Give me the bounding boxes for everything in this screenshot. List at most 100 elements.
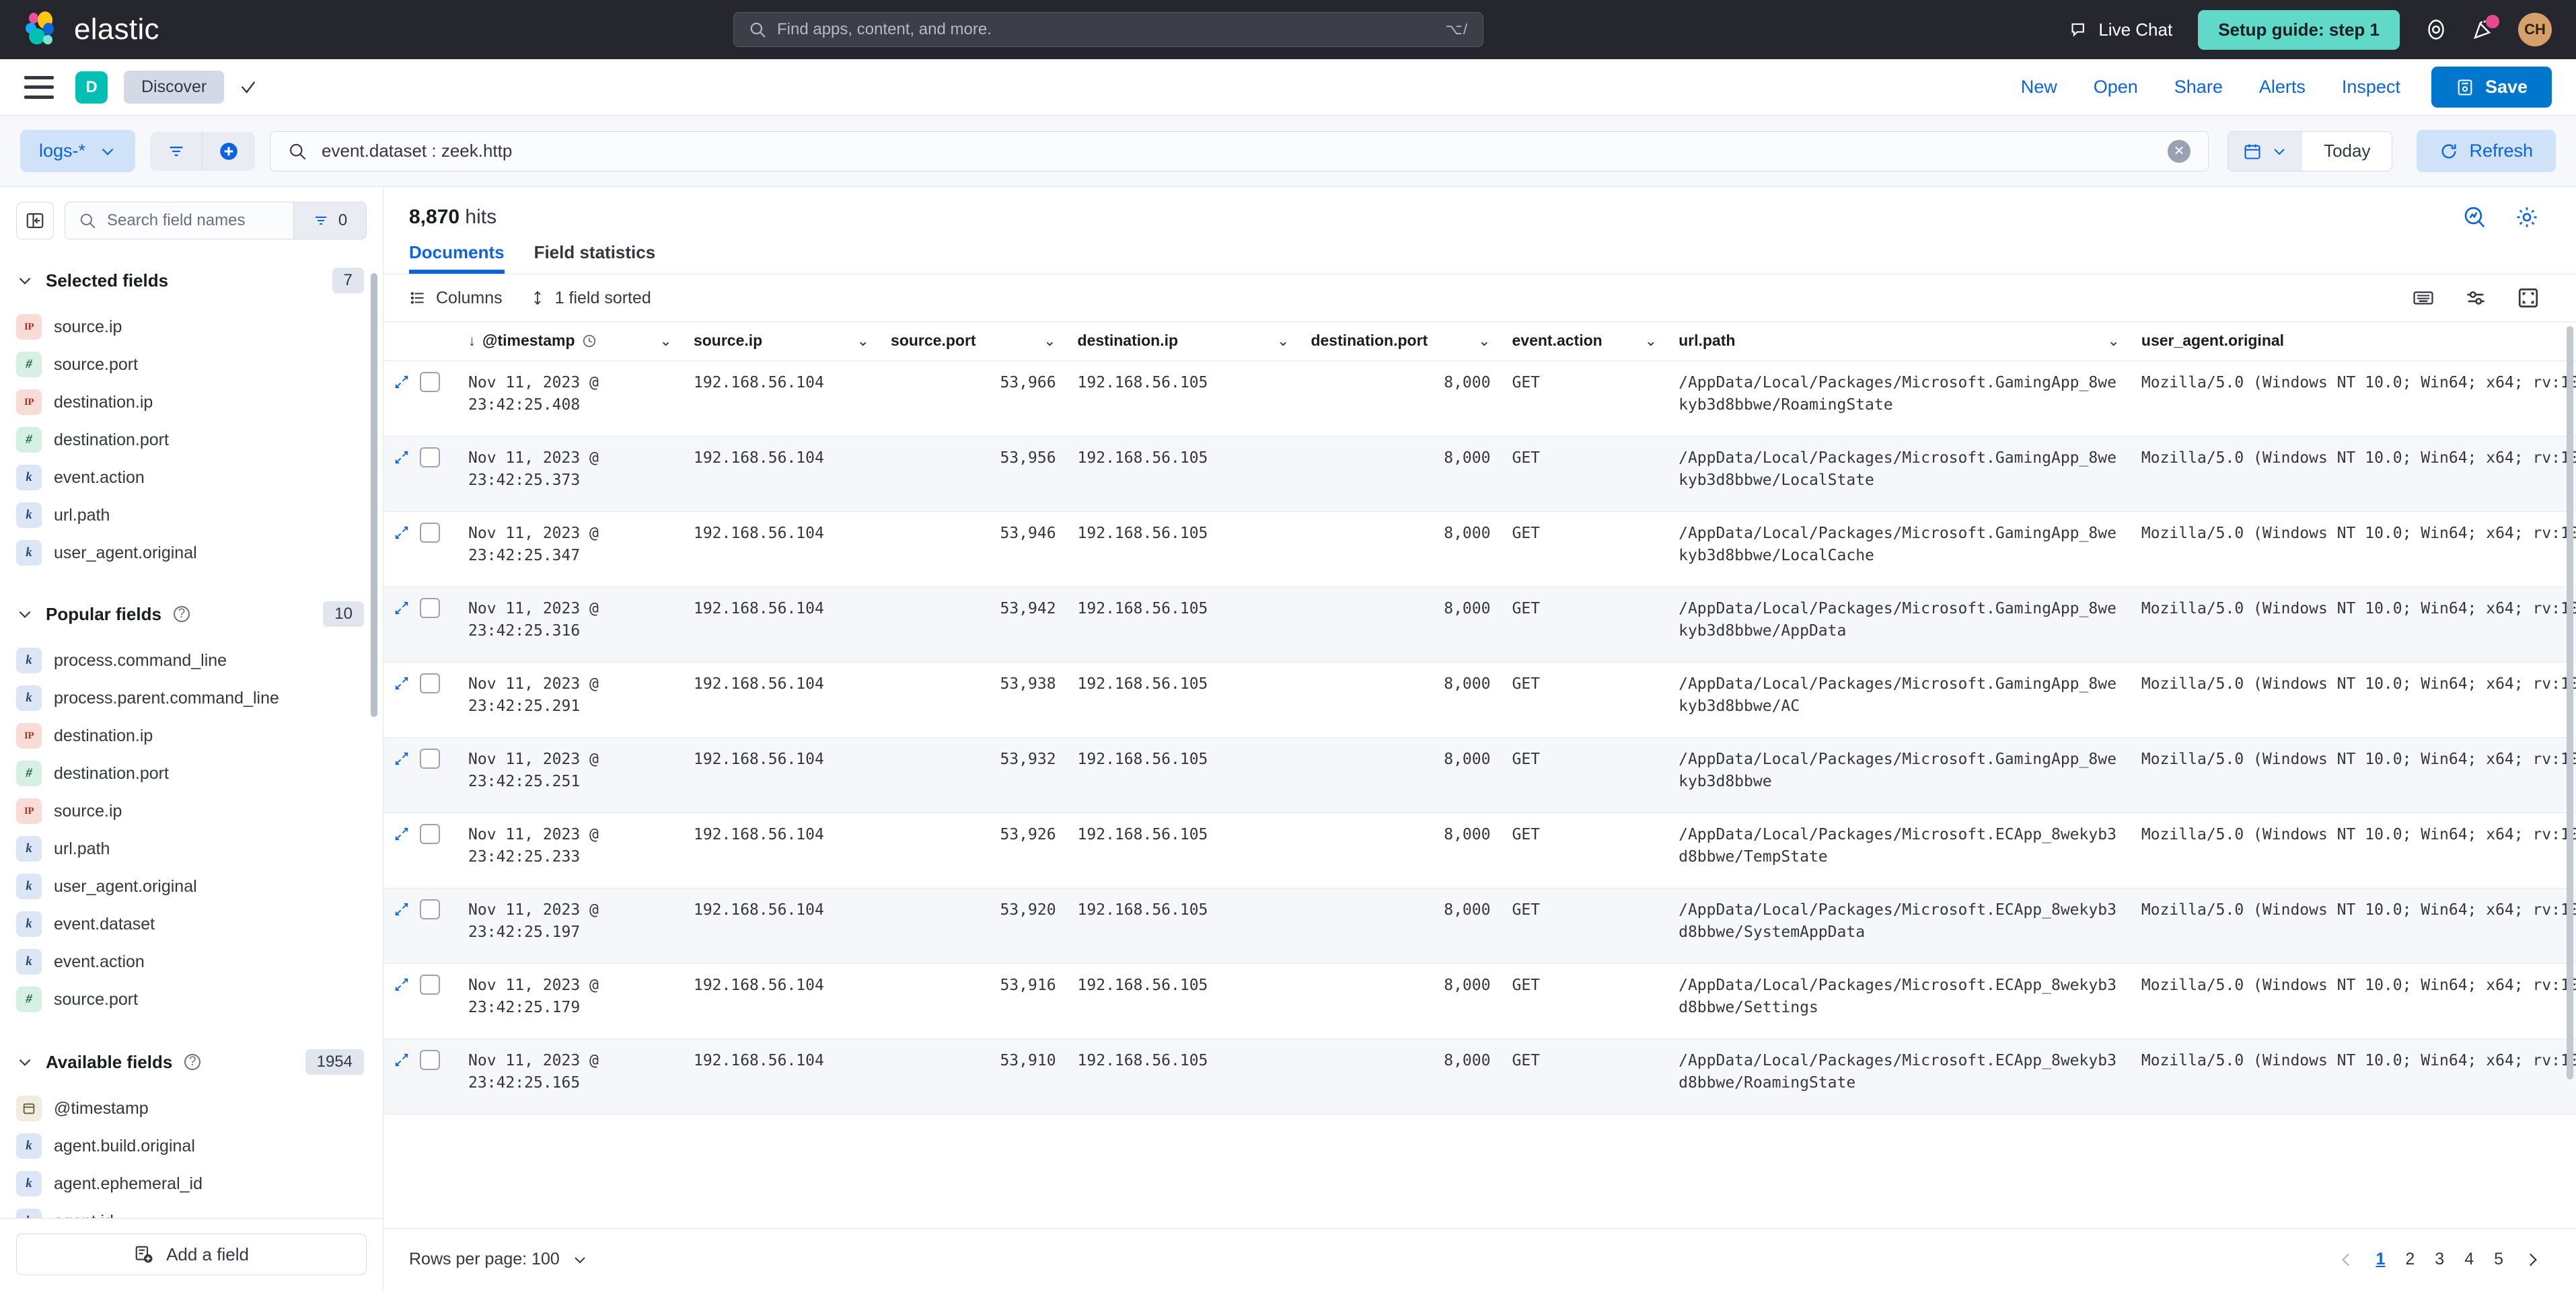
page-2-button[interactable]: 2 [2405, 1250, 2415, 1269]
sidebar-field-url-path-popular[interactable]: k url.path [0, 830, 383, 868]
live-chat-button[interactable]: Live Chat [2070, 20, 2172, 40]
page-4-button[interactable]: 4 [2464, 1250, 2474, 1269]
columns-button[interactable]: Columns [409, 289, 503, 308]
row-checkbox[interactable] [420, 598, 440, 618]
tab-field-statistics[interactable]: Field statistics [534, 242, 656, 274]
page-3-button[interactable]: 3 [2435, 1250, 2444, 1269]
chevron-down-icon[interactable]: ⌄ [1478, 332, 1490, 350]
header-url-path[interactable]: url.path ⌄ [1668, 322, 2131, 361]
table-row[interactable]: Nov 11, 2023 @ 23:42:25.165 192.168.56.1… [383, 1039, 2576, 1114]
sidebar-field-destination-port[interactable]: # destination.port [0, 421, 383, 459]
breadcrumb-check-icon[interactable] [239, 78, 258, 97]
expand-row-icon[interactable] [394, 525, 409, 540]
header-source-port[interactable]: source.port ⌄ [880, 322, 1067, 361]
menu-hamburger-icon[interactable] [24, 76, 54, 99]
expand-row-icon[interactable] [394, 1053, 409, 1067]
sidebar-field-event-action-popular[interactable]: k event.action [0, 943, 383, 981]
sidebar-field-source-ip-popular[interactable]: IP source.ip [0, 792, 383, 830]
table-row[interactable]: Nov 11, 2023 @ 23:42:25.291 192.168.56.1… [383, 662, 2576, 738]
expand-row-icon[interactable] [394, 450, 409, 465]
table-row[interactable]: Nov 11, 2023 @ 23:42:25.316 192.168.56.1… [383, 587, 2576, 662]
sidebar-field-destination-ip[interactable]: IP destination.ip [0, 383, 383, 421]
section-selected-fields[interactable]: Selected fields 7 [0, 250, 383, 308]
chevron-down-icon[interactable]: ⌄ [1645, 332, 1657, 350]
expand-row-icon[interactable] [394, 827, 409, 841]
row-checkbox[interactable] [420, 975, 440, 995]
keyboard-shortcuts-icon[interactable] [2412, 287, 2435, 309]
inspect-chart-icon[interactable] [2462, 204, 2487, 230]
row-checkbox[interactable] [420, 749, 440, 769]
sidebar-field-event-action[interactable]: k event.action [0, 459, 383, 496]
page-1-button[interactable]: 1 [2376, 1250, 2385, 1269]
global-search-input[interactable]: Find apps, content, and more. ⌥/ [733, 12, 1483, 47]
expand-row-icon[interactable] [394, 977, 409, 992]
table-row[interactable]: Nov 11, 2023 @ 23:42:25.347 192.168.56.1… [383, 512, 2576, 587]
expand-row-icon[interactable] [394, 601, 409, 615]
header-event-action[interactable]: event.action ⌄ [1501, 322, 1668, 361]
section-popular-fields[interactable]: Popular fields ? 10 [0, 572, 383, 642]
previous-page-icon[interactable] [2338, 1251, 2355, 1268]
date-quick-select-button[interactable] [2228, 132, 2302, 171]
fullscreen-icon[interactable] [2517, 287, 2540, 309]
header-destination-ip[interactable]: destination.ip ⌄ [1067, 322, 1300, 361]
chevron-down-icon[interactable]: ⌄ [660, 332, 672, 350]
sidebar-field-destination-port-popular[interactable]: # destination.port [0, 755, 383, 792]
save-button[interactable]: Save [2431, 67, 2552, 108]
field-search-input[interactable]: Search field names 0 [65, 202, 367, 239]
row-checkbox[interactable] [420, 899, 440, 919]
row-checkbox[interactable] [420, 523, 440, 543]
breadcrumb-discover[interactable]: Discover [124, 71, 224, 104]
expand-row-icon[interactable] [394, 375, 409, 389]
gear-icon[interactable] [2514, 204, 2540, 230]
user-avatar[interactable]: CH [2518, 13, 2552, 46]
sidebar-scrollbar[interactable] [371, 273, 377, 717]
chevron-down-icon[interactable]: ⌄ [1277, 332, 1289, 350]
header-user-agent-original[interactable]: user_agent.original ⌄ [2131, 322, 2576, 361]
setup-guide-button[interactable]: Setup guide: step 1 [2198, 10, 2400, 50]
chevron-down-icon[interactable]: ⌄ [857, 332, 869, 350]
rows-per-page-button[interactable]: Rows per page: 100 [409, 1250, 588, 1269]
row-checkbox[interactable] [420, 673, 440, 693]
sidebar-field-agent-id[interactable]: k agent.id [0, 1203, 383, 1218]
add-field-button[interactable]: Add a field [16, 1234, 367, 1275]
help-question-icon[interactable]: ? [184, 1054, 200, 1070]
add-filter-button[interactable] [203, 132, 255, 171]
help-question-icon[interactable]: ? [174, 606, 190, 622]
expand-row-icon[interactable] [394, 902, 409, 917]
row-checkbox[interactable] [420, 372, 440, 392]
section-available-fields[interactable]: Available fields ? 1954 [0, 1018, 383, 1090]
sidebar-field-process-command-line[interactable]: k process.command_line [0, 642, 383, 679]
help-icon[interactable] [2424, 17, 2448, 42]
sidebar-field-user-agent-original[interactable]: k user_agent.original [0, 534, 383, 572]
refresh-button[interactable]: Refresh [2417, 130, 2556, 172]
field-list-scroll[interactable]: Selected fields 7 IP source.ip # source.… [0, 250, 383, 1218]
table-row[interactable]: Nov 11, 2023 @ 23:42:25.233 192.168.56.1… [383, 813, 2576, 888]
sidebar-field-agent-build-original[interactable]: k agent.build.original [0, 1127, 383, 1165]
table-row[interactable]: Nov 11, 2023 @ 23:42:25.197 192.168.56.1… [383, 888, 2576, 964]
sidebar-field-source-ip[interactable]: IP source.ip [0, 308, 383, 346]
table-scrollbar[interactable] [2567, 326, 2573, 1079]
space-avatar[interactable]: D [75, 71, 108, 104]
sidebar-field-agent-ephemeral-id[interactable]: k agent.ephemeral_id [0, 1165, 383, 1203]
time-range-value[interactable]: Today [2302, 132, 2392, 171]
filter-options-button[interactable] [150, 132, 203, 171]
sort-fields-button[interactable]: 1 field sorted [529, 289, 651, 308]
inspect-button[interactable]: Inspect [2342, 77, 2400, 98]
expand-row-icon[interactable] [394, 676, 409, 691]
kql-query-input[interactable]: event.dataset : zeek.http ✕ [270, 131, 2209, 172]
sidebar-field-process-parent-command-line[interactable]: k process.parent.command_line [0, 679, 383, 717]
chevron-down-icon[interactable]: ⌄ [2107, 332, 2119, 350]
header-timestamp[interactable]: ↓ @timestamp ⌄ [457, 322, 683, 361]
sidebar-field-destination-ip-popular[interactable]: IP destination.ip [0, 717, 383, 755]
row-checkbox[interactable] [420, 1050, 440, 1070]
share-button[interactable]: Share [2174, 77, 2223, 98]
collapse-sidebar-button[interactable] [16, 202, 54, 239]
page-5-button[interactable]: 5 [2494, 1250, 2503, 1269]
row-checkbox[interactable] [420, 824, 440, 844]
chevron-down-icon[interactable]: ⌄ [1043, 332, 1056, 350]
tab-documents[interactable]: Documents [409, 242, 505, 274]
table-row[interactable]: Nov 11, 2023 @ 23:42:25.251 192.168.56.1… [383, 738, 2576, 813]
data-view-picker[interactable]: logs-* [20, 130, 135, 172]
elastic-brand[interactable]: elastic [24, 11, 159, 48]
new-button[interactable]: New [2021, 77, 2057, 98]
